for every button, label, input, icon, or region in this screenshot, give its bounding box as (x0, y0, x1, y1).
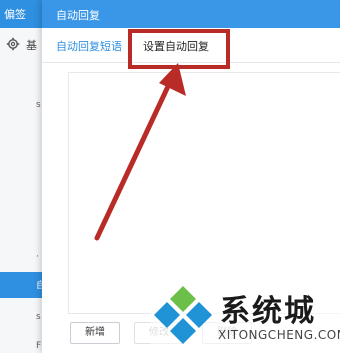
background-window-title: 偏签 (4, 8, 26, 21)
dialog-titlebar[interactable]: 自动回复 (42, 0, 340, 28)
tab-auto-reply-phrases[interactable]: 自动回复短语 (56, 38, 122, 54)
screenshot: 偏签 基 s · 自 s F 自动回复 自动回复短语 设置自动回复 新增 系统城… (0, 0, 340, 353)
brand-logo-icon (154, 286, 212, 344)
annotation-highlight-box (128, 29, 230, 69)
background-text-fragment: s (36, 100, 41, 110)
background-text-fragment: · (36, 252, 39, 262)
background-text-fragment: F (36, 341, 42, 351)
dialog-title: 自动回复 (56, 9, 100, 22)
background-left-panel (0, 28, 43, 353)
watermark-brand: 系统城 (220, 294, 316, 329)
watermark: 系统城 XITONGCHENG.COM (150, 282, 340, 353)
watermark-url: XITONGCHENG.COM (218, 328, 340, 342)
gear-icon[interactable] (6, 36, 20, 51)
background-text-fragment: s (36, 312, 41, 322)
phrase-list[interactable] (68, 72, 340, 314)
background-text-fragment: 基 (26, 39, 37, 52)
add-button[interactable]: 新增 (70, 322, 120, 344)
